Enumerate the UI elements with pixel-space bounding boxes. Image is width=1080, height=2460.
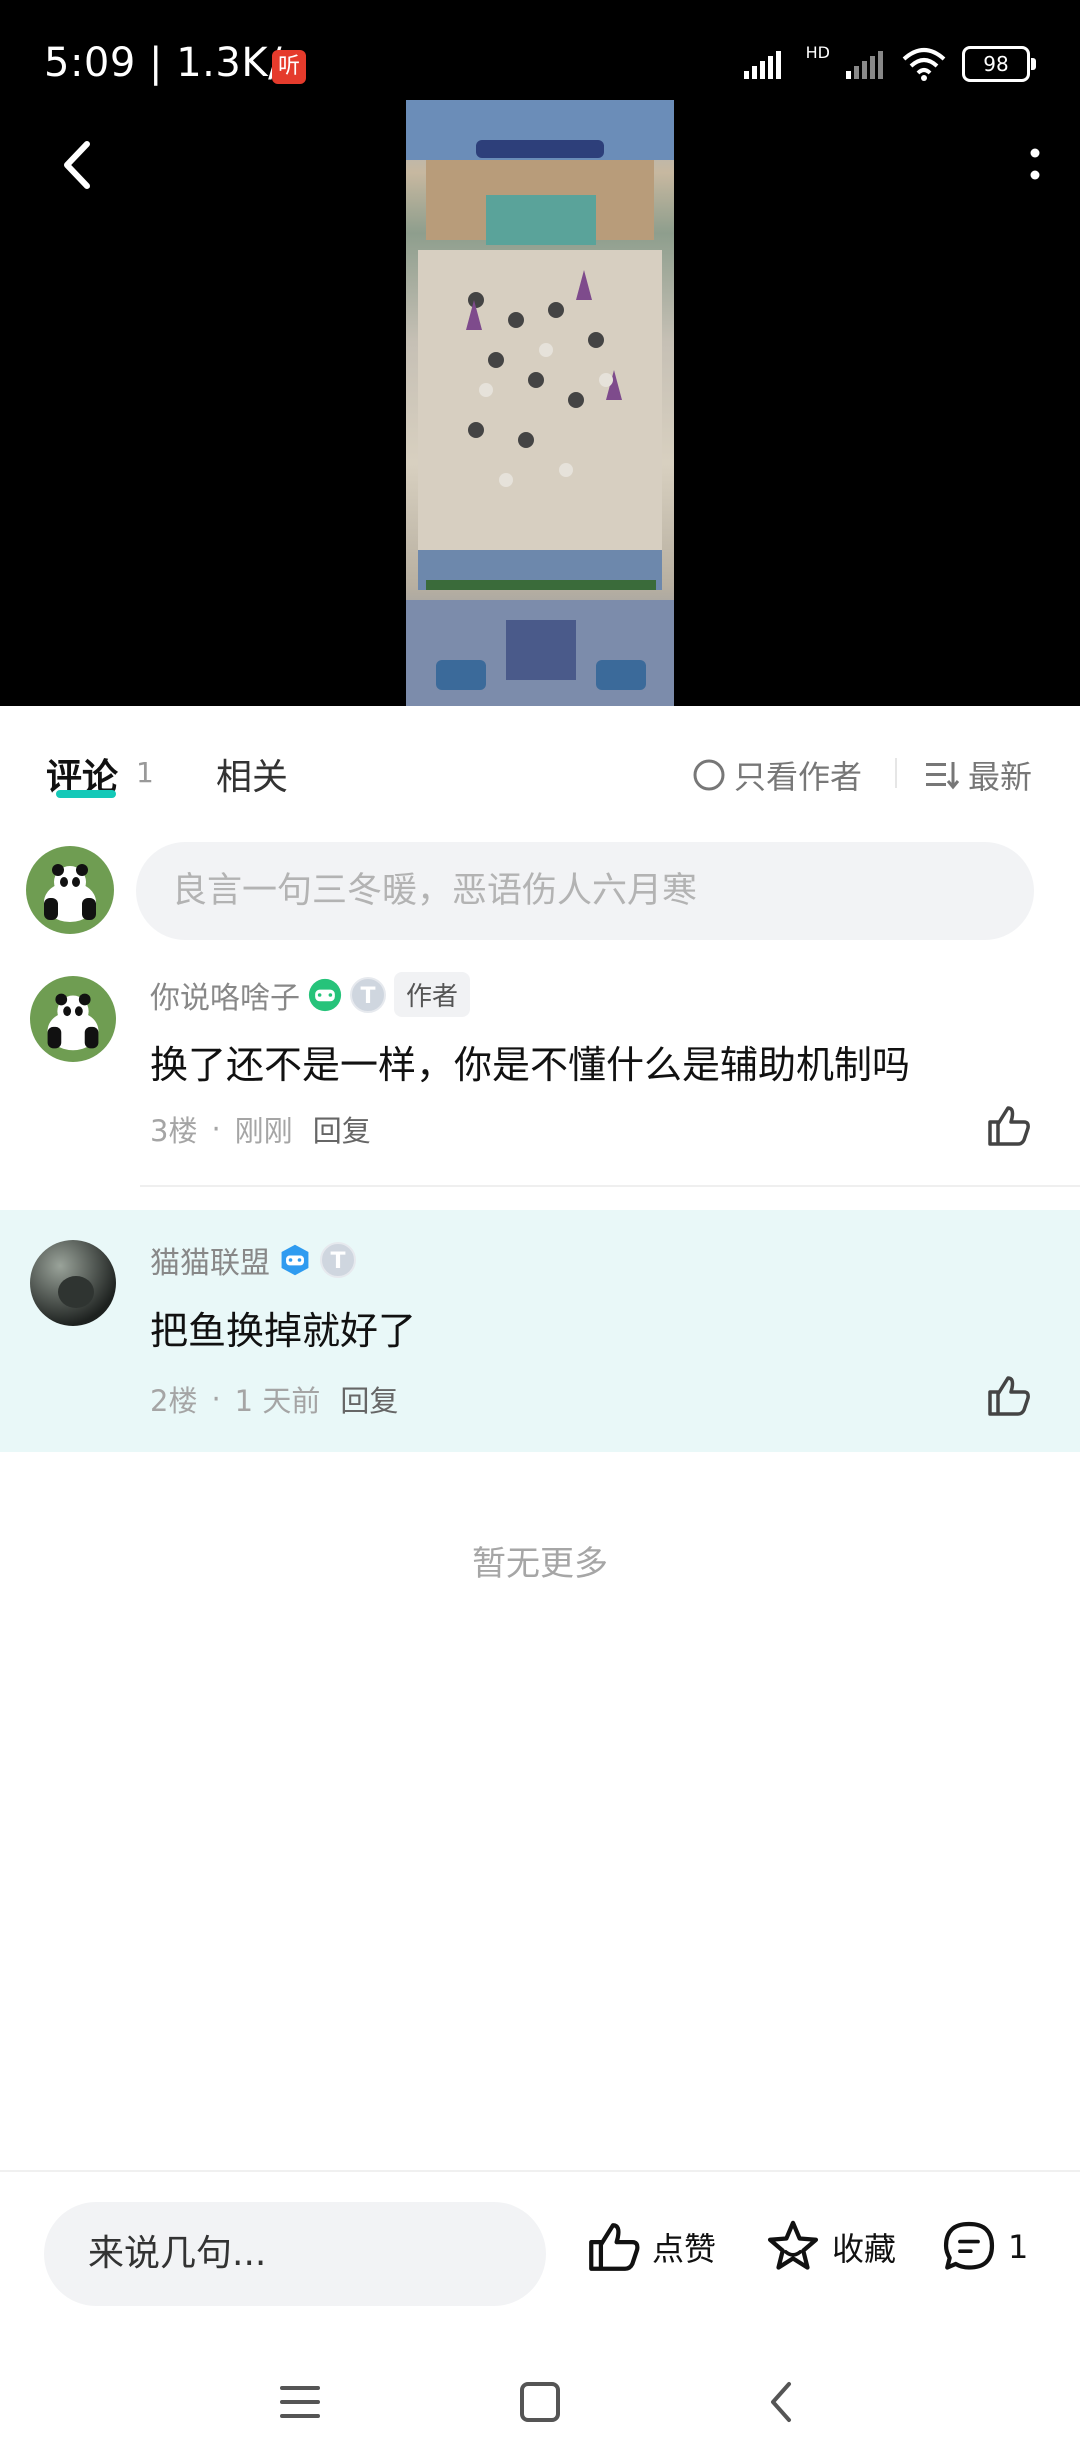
hd-label: HD xyxy=(805,42,830,62)
active-tab-indicator xyxy=(56,790,116,798)
bottom-action-bar: 来说几句... 点赞 收藏 1 xyxy=(0,2170,1080,2332)
back-button[interactable] xyxy=(46,130,106,200)
avatar[interactable] xyxy=(30,1240,116,1326)
like-button[interactable] xyxy=(984,1102,1036,1154)
sort-label: 最新 xyxy=(968,758,1033,796)
signal-icon xyxy=(743,51,781,79)
level-badge: T xyxy=(320,1242,356,1278)
thumbs-up-icon xyxy=(988,1376,1030,1416)
comment-meta: 2楼 · 1 天前 回复 xyxy=(150,1378,398,1420)
thumbs-up-icon xyxy=(988,1106,1030,1146)
favorite-button[interactable]: 收藏 xyxy=(764,2218,896,2276)
more-button[interactable] xyxy=(1010,140,1060,190)
sort-latest-button[interactable]: 最新 xyxy=(926,752,1032,798)
video-thumbnail[interactable] xyxy=(406,100,674,706)
game-scene-image xyxy=(406,100,674,706)
author-only-toggle[interactable]: 只看作者 xyxy=(692,752,862,798)
status-time: 5:09 | 1.3K/s xyxy=(44,40,304,86)
tab-related[interactable]: 相关 xyxy=(216,748,288,800)
home-square-icon xyxy=(520,2382,560,2422)
comment-divider xyxy=(140,1185,1080,1187)
like-post-button[interactable]: 点赞 xyxy=(584,2218,716,2276)
comment-item: 你说咯啥子 T 作者 换了还不是一样，你是不懂什么是辅助机制吗 3楼 · 刚刚 … xyxy=(0,950,1080,1182)
comment-header: 猫猫联盟 T xyxy=(150,1238,356,1282)
comment-bubble-icon xyxy=(943,2221,995,2270)
comment-time: 1 天前 xyxy=(234,1384,321,1418)
nav-back-button[interactable] xyxy=(750,2372,810,2432)
comment-floor: 2楼 xyxy=(150,1384,198,1418)
signal-2-icon xyxy=(846,51,883,79)
favorite-label: 收藏 xyxy=(832,2230,897,2268)
comment-tabs: 评论 1 相关 只看作者 最新 xyxy=(0,706,1080,836)
author-tag: 作者 xyxy=(394,972,471,1017)
comment-time: 刚刚 xyxy=(234,1114,293,1148)
menu-icon xyxy=(280,2386,320,2418)
comment-floor: 3楼 xyxy=(150,1114,198,1148)
listen-badge: 听 xyxy=(272,50,306,84)
dark-avatar-icon xyxy=(30,1240,116,1326)
comments-count: 1 xyxy=(136,756,154,789)
meta-dot: · xyxy=(211,1112,221,1146)
radio-circle-icon xyxy=(693,759,725,791)
bottom-comment-input[interactable]: 来说几句... xyxy=(44,2202,546,2306)
star-icon xyxy=(767,2220,819,2270)
system-nav-bar xyxy=(0,2340,1080,2460)
video-area: 5:09 | 1.3K/s 听 HD 98 xyxy=(0,0,1080,706)
chevron-left-icon xyxy=(771,2382,791,2422)
like-label: 点赞 xyxy=(652,2230,717,2268)
battery-icon: 98 xyxy=(962,46,1036,82)
panda-avatar-icon xyxy=(30,976,116,1062)
more-vertical-icon xyxy=(1030,148,1040,180)
author-only-label: 只看作者 xyxy=(734,758,863,796)
meta-dot: · xyxy=(211,1382,221,1416)
comment-header: 你说咯啥子 T 作者 xyxy=(150,972,471,1017)
status-indicators: HD 98 xyxy=(743,42,1036,82)
panda-avatar-icon xyxy=(26,846,114,934)
tab-separator xyxy=(895,758,897,788)
like-button[interactable] xyxy=(984,1372,1036,1424)
thumbs-up-icon xyxy=(589,2223,640,2271)
comment-meta: 3楼 · 刚刚 回复 xyxy=(150,1108,371,1150)
avatar[interactable] xyxy=(30,976,116,1062)
comment-count-button[interactable]: 1 xyxy=(940,2218,1028,2276)
my-avatar[interactable] xyxy=(26,846,114,934)
comment-author[interactable]: 你说咯啥子 xyxy=(150,973,300,1017)
comment-input[interactable] xyxy=(136,842,1034,940)
comment-text: 把鱼换掉就好了 xyxy=(150,1309,417,1353)
level-badge: T xyxy=(350,976,386,1013)
reply-button[interactable]: 回复 xyxy=(313,1108,371,1150)
no-more-text: 暂无更多 xyxy=(472,1544,608,1584)
comment-item: 猫猫联盟 T 把鱼换掉就好了 2楼 · 1 天前 回复 xyxy=(0,1210,1080,1452)
comment-text: 换了还不是一样，你是不懂什么是辅助机制吗 xyxy=(150,1043,911,1087)
nav-menu-button[interactable] xyxy=(270,2372,330,2432)
gamepad-badge-icon xyxy=(278,1243,312,1277)
chevron-left-icon xyxy=(64,141,90,189)
gamepad-badge-icon xyxy=(308,978,342,1012)
wifi-icon xyxy=(902,48,946,81)
comment-count: 1 xyxy=(1008,2228,1029,2266)
sort-icon xyxy=(926,762,960,790)
comment-author[interactable]: 猫猫联盟 xyxy=(150,1238,270,1282)
reply-button[interactable]: 回复 xyxy=(340,1378,398,1420)
nav-home-button[interactable] xyxy=(510,2372,570,2432)
